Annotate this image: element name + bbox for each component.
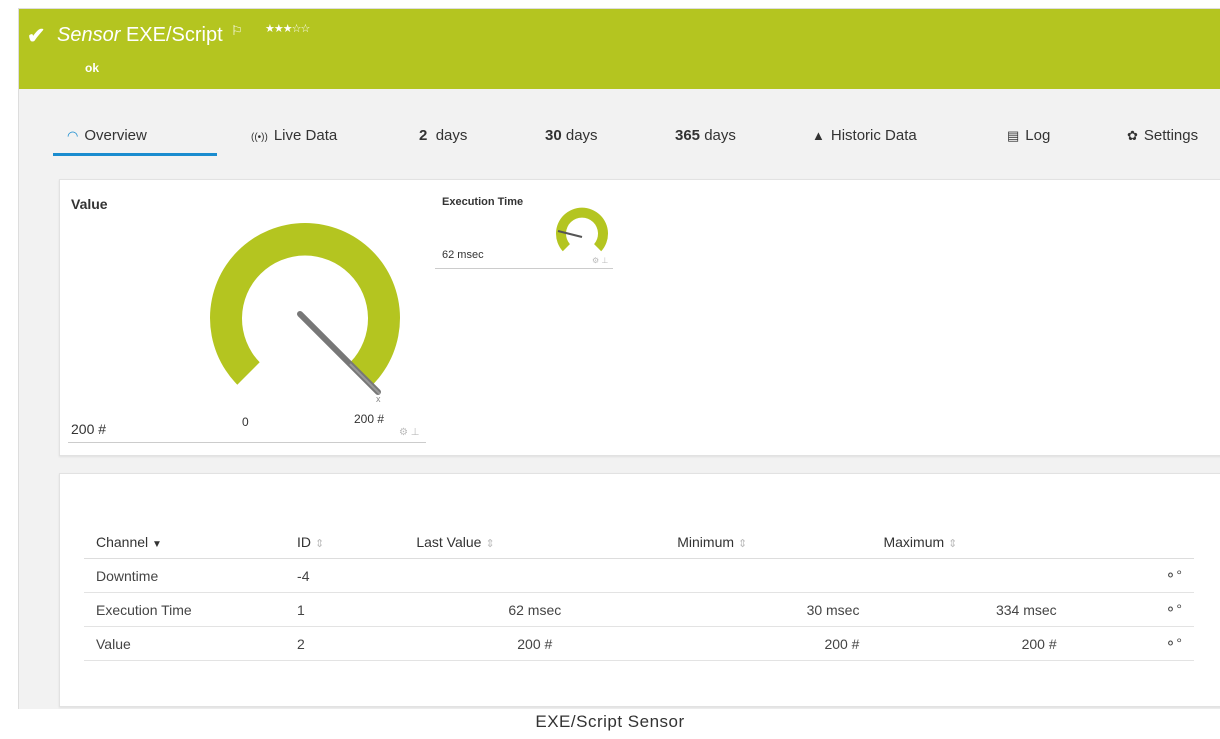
gauge-divider xyxy=(435,268,613,269)
tab-label: Log xyxy=(1025,127,1051,144)
sort-desc-icon: ▼ xyxy=(152,539,162,550)
gauge-max-marker: x xyxy=(376,394,381,404)
cell-id: 2 xyxy=(285,626,405,661)
title-main: EXE/Script xyxy=(125,24,223,46)
col-id[interactable]: ID ⇕ xyxy=(285,526,405,559)
cell-minimum: 200 # xyxy=(665,626,872,661)
tab-overview[interactable]: ◠ Overview xyxy=(67,127,147,144)
header-label: Last Value xyxy=(416,534,482,550)
cell-last-value: 62 msec xyxy=(404,592,666,627)
channels-table: Channel ▼ ID ⇕ Last Value ⇕ Minimum ⇕ Maxim… xyxy=(84,526,1194,661)
chart-icon: ▲ xyxy=(812,128,825,143)
gauge-controls-icon[interactable]: ⚙ ⊥ xyxy=(399,427,419,438)
cell-channel[interactable]: Execution Time xyxy=(84,592,286,627)
table-row[interactable]: Downtime -4 ⚬° xyxy=(84,558,1194,593)
gauges-panel: Value x 200 # 0 200 # ⚙ ⊥ Execution Time… xyxy=(59,179,1220,456)
gauge-divider xyxy=(68,442,426,443)
cell-channel[interactable]: Downtime xyxy=(84,558,286,593)
cell-maximum xyxy=(871,558,1069,593)
header-label: Minimum xyxy=(677,534,735,550)
figure-caption: EXE/Script Sensor xyxy=(535,712,685,731)
tab-log[interactable]: ▤ Log xyxy=(1007,127,1050,144)
execution-gauge[interactable] xyxy=(552,206,612,258)
gauge-icon: ◠ xyxy=(67,128,79,143)
col-channel[interactable]: Channel ▼ xyxy=(84,526,286,559)
checkmark-icon: ✔ xyxy=(27,23,46,48)
tab-label: days xyxy=(704,127,736,144)
col-last-value[interactable]: Last Value ⇕ xyxy=(404,526,666,559)
cell-maximum: 334 msec xyxy=(871,592,1069,627)
gauge-arc xyxy=(556,207,608,252)
title-prefix: Sensor xyxy=(57,24,121,46)
tab-label: days xyxy=(435,127,468,144)
col-minimum[interactable]: Minimum ⇕ xyxy=(665,526,872,559)
gauge-controls-icon[interactable]: ⚙ ⊥ xyxy=(592,256,608,265)
tab-historic-data[interactable]: ▲ Historic Data xyxy=(812,127,917,144)
execution-reading: 62 msec xyxy=(442,249,484,261)
sort-icon: ⇕ xyxy=(948,538,958,550)
gauge-arc xyxy=(210,223,400,385)
channel-settings-icon[interactable]: ⚬° xyxy=(1068,626,1194,661)
header-label: ID xyxy=(297,534,312,550)
sensor-title: Sensor EXE/Script xyxy=(57,24,223,47)
value-min-label: 0 xyxy=(242,415,249,429)
live-icon: ((•)) xyxy=(251,132,268,143)
cell-last-value xyxy=(404,558,666,593)
header-label: Channel xyxy=(96,534,149,550)
col-actions xyxy=(1068,526,1194,559)
channel-settings-icon[interactable]: ⚬° xyxy=(1068,558,1194,593)
tab-live-data[interactable]: ((•)) Live Data xyxy=(251,127,337,144)
tab-label: days xyxy=(565,127,598,144)
sort-icon: ⇕ xyxy=(738,538,748,550)
tab-2-days[interactable]: 2 days xyxy=(419,127,467,144)
flag-icon[interactable]: ⚐ xyxy=(231,23,243,39)
tab-365-days[interactable]: 365 days xyxy=(675,127,736,144)
priority-stars[interactable]: ★★★☆☆ xyxy=(265,22,310,35)
col-maximum[interactable]: Maximum ⇕ xyxy=(871,526,1069,559)
tab-settings[interactable]: ✿ Settings xyxy=(1127,127,1198,144)
table-header-row: Channel ▼ ID ⇕ Last Value ⇕ Minimum ⇕ Maxim… xyxy=(84,526,1194,559)
tab-bar: ◠ Overview ((•)) Live Data 2 days 30 days … xyxy=(19,89,1220,159)
gauge-title-execution: Execution Time xyxy=(442,196,524,208)
tab-label: Settings xyxy=(1143,127,1199,144)
sort-icon: ⇕ xyxy=(485,538,495,550)
value-reading: 200 # xyxy=(71,421,107,437)
cell-id: 1 xyxy=(285,592,405,627)
channel-settings-icon[interactable]: ⚬° xyxy=(1068,592,1194,627)
cell-channel[interactable]: Value xyxy=(84,626,286,661)
cell-maximum: 200 # xyxy=(871,626,1069,661)
header-label: Maximum xyxy=(883,534,945,550)
tab-label: Overview xyxy=(84,127,147,144)
value-gauge[interactable]: x xyxy=(200,216,410,406)
channels-panel: Channel ▼ ID ⇕ Last Value ⇕ Minimum ⇕ Maxim… xyxy=(59,473,1220,707)
tab-30-days[interactable]: 30 days xyxy=(545,127,598,144)
tab-label: Historic Data xyxy=(830,127,917,144)
sort-icon: ⇕ xyxy=(315,538,325,550)
status-text: ok xyxy=(85,61,100,75)
tab-num: 30 xyxy=(545,127,562,144)
sensor-page: ✔ Sensor EXE/Script ⚐ ★★★☆☆ ok ◠ Overview… xyxy=(18,8,1220,709)
sensor-header: ✔ Sensor EXE/Script ⚐ ★★★☆☆ ok xyxy=(19,9,1220,89)
cell-minimum xyxy=(665,558,872,593)
cell-last-value: 200 # xyxy=(404,626,666,661)
cell-minimum: 30 msec xyxy=(665,592,872,627)
tab-num: 2 xyxy=(419,127,428,144)
gauge-title-value: Value xyxy=(71,196,108,212)
cell-id: -4 xyxy=(285,558,405,593)
value-max-label: 200 # xyxy=(354,412,385,426)
table-row[interactable]: Execution Time 1 62 msec 30 msec 334 mse… xyxy=(84,592,1194,627)
active-tab-indicator xyxy=(53,153,217,156)
tab-label: Live Data xyxy=(273,127,338,144)
list-icon: ▤ xyxy=(1007,128,1020,143)
tab-num: 365 xyxy=(675,127,701,144)
gear-icon: ✿ xyxy=(1127,128,1138,143)
table-row[interactable]: Value 2 200 # 200 # 200 # ⚬° xyxy=(84,626,1194,661)
